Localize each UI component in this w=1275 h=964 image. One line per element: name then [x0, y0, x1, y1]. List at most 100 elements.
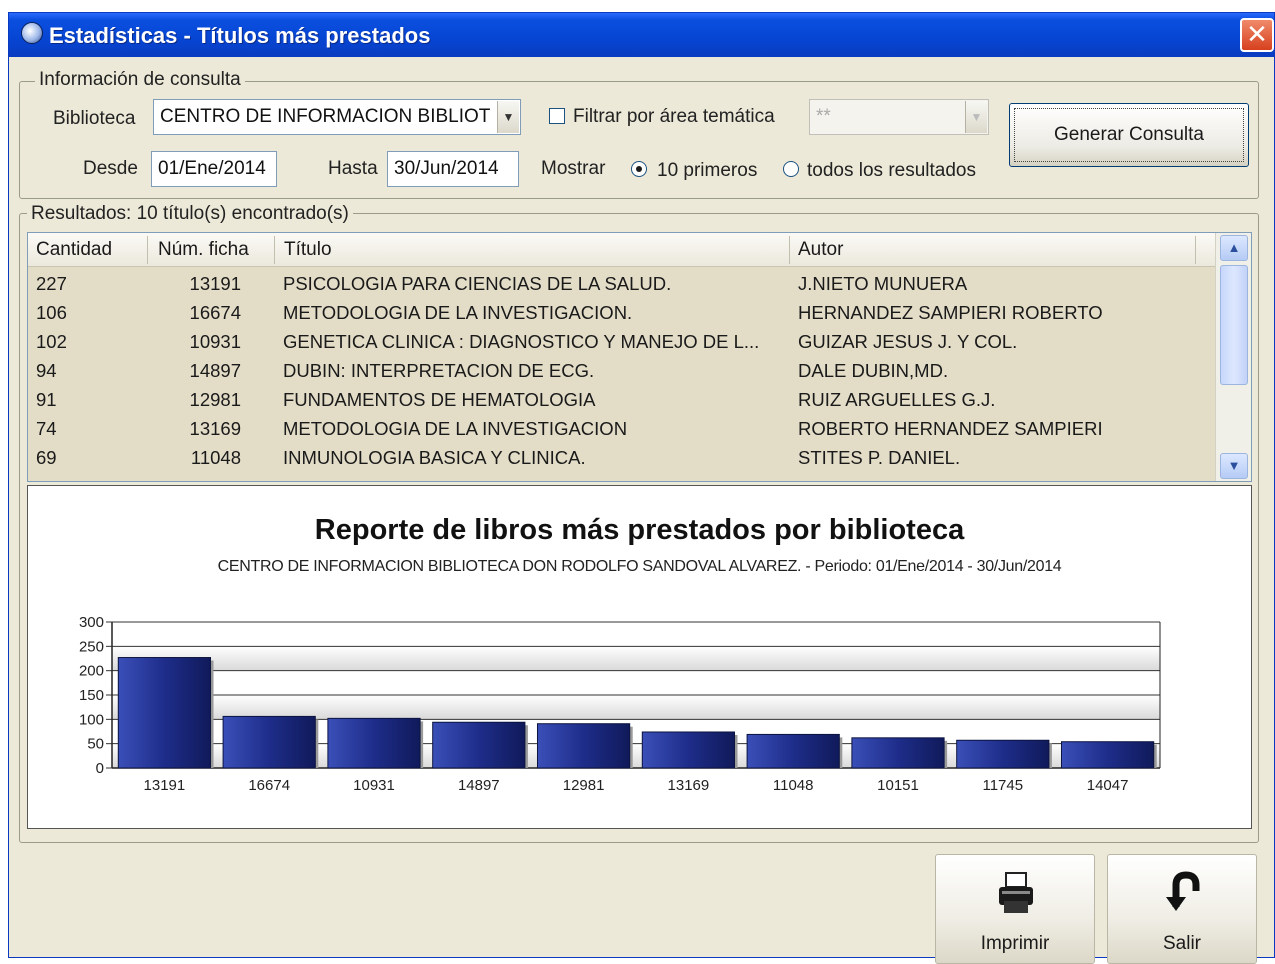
desde-label: Desde: [83, 158, 138, 179]
cell-cantidad: 227: [36, 273, 67, 294]
column-header-cantidad[interactable]: Cantidad: [36, 239, 112, 261]
app-icon: [21, 22, 43, 44]
chevron-down-icon[interactable]: ▼: [965, 101, 987, 133]
x-tick-label: 12981: [563, 777, 605, 794]
cell-autor: ROBERTO HERNANDEZ SAMPIERI: [798, 418, 1103, 439]
column-divider[interactable]: [147, 236, 148, 264]
table-row[interactable]: 227 13191 PSICOLOGIA PARA CIENCIAS DE LA S…: [28, 269, 1216, 298]
area-value: **: [816, 106, 831, 127]
table-row[interactable]: 69 11048 INMUNOLOGIA BASICA Y CLINICA. STIT…: [28, 443, 1216, 472]
table-row[interactable]: 106 16674 METODOLOGIA DE LA INVESTIGACION.…: [28, 298, 1216, 327]
cell-ficha: 12981: [189, 389, 241, 410]
table-row[interactable]: 94 14897 DUBIN: INTERPRETACION DE ECG. DALE…: [28, 356, 1216, 385]
cell-autor: STITES P. DANIEL.: [798, 447, 961, 468]
grid-band: [112, 622, 1160, 647]
table-row[interactable]: 91 12981 FUNDAMENTOS DE HEMATOLOGIA RUIZ AR…: [28, 385, 1216, 414]
cell-autor: DALE DUBIN,MD.: [798, 360, 949, 381]
exit-label: Salir: [1162, 933, 1201, 954]
cell-autor: HERNANDEZ SAMPIERI ROBERTO: [798, 302, 1103, 323]
x-tick-label: 10151: [877, 777, 919, 794]
x-tick-label: 10931: [353, 777, 395, 794]
bar: [327, 717, 421, 769]
cell-cantidad: 69: [36, 447, 57, 468]
chevron-down-icon[interactable]: ▼: [497, 101, 519, 133]
vertical-scrollbar[interactable]: ▲ ▼: [1215, 233, 1251, 481]
biblioteca-dropdown[interactable]: CENTRO DE INFORMACION BIBLIOT ▼: [153, 99, 521, 135]
top-ten-label: 10 primeros: [657, 160, 758, 181]
bar: [851, 737, 945, 769]
cell-ficha: 10931: [189, 331, 241, 352]
generate-query-button[interactable]: Generar Consulta: [1009, 103, 1249, 167]
focus-ring: [1014, 108, 1244, 162]
cell-titulo: PSICOLOGIA PARA CIENCIAS DE LA SALUD.: [283, 273, 672, 294]
bar: [536, 723, 631, 769]
biblioteca-label: Biblioteca: [53, 108, 136, 129]
cell-titulo: DUBIN: INTERPRETACION DE ECG.: [283, 360, 595, 381]
column-divider[interactable]: [1195, 236, 1196, 264]
column-divider[interactable]: [789, 236, 790, 264]
close-button[interactable]: ✕: [1240, 18, 1274, 52]
chart-panel: Reporte de libros más prestados por bibl…: [27, 485, 1252, 829]
cell-ficha: 13191: [189, 273, 241, 294]
grid-band: [112, 670, 1160, 695]
grid-band: [112, 695, 1160, 720]
title-bar[interactable]: Estadísticas - Títulos más prestados ✕: [9, 13, 1274, 57]
mostrar-label: Mostrar: [541, 158, 606, 179]
y-tick-label: 150: [79, 687, 104, 704]
cell-ficha: 16674: [189, 302, 241, 323]
all-results-label: todos los resultados: [807, 160, 976, 181]
area-dropdown[interactable]: ** ▼: [809, 99, 989, 135]
hasta-label: Hasta: [328, 158, 378, 179]
x-tick-label: 11745: [982, 777, 1023, 794]
x-tick-label: 13169: [668, 777, 710, 794]
cell-cantidad: 74: [36, 418, 57, 439]
x-tick-label: 14047: [1087, 777, 1129, 794]
bar: [956, 739, 1050, 769]
cell-autor: RUIZ ARGUELLES G.J.: [798, 389, 996, 410]
y-tick-label: 250: [79, 638, 104, 655]
table-row[interactable]: 74 13169 METODOLOGIA DE LA INVESTIGACION RO…: [28, 414, 1216, 443]
filter-area-checkbox[interactable]: [549, 108, 565, 124]
table-row[interactable]: 102 10931 GENETICA CLINICA : DIAGNOSTICO Y…: [28, 327, 1216, 356]
x-tick-label: 14897: [458, 777, 500, 794]
bar: [222, 715, 316, 769]
cell-titulo: METODOLOGIA DE LA INVESTIGACION.: [283, 302, 633, 323]
bar: [432, 721, 526, 769]
top-ten-radio[interactable]: [631, 161, 647, 177]
print-button[interactable]: Imprimir: [935, 854, 1095, 964]
y-tick-label: 50: [87, 736, 104, 753]
bar-chart: 0 50 100 150 200 250 300 13191 16674 10931 14897 12…: [79, 614, 1161, 794]
scroll-up-icon[interactable]: ▲: [1220, 235, 1248, 261]
exit-button[interactable]: Salir: [1107, 854, 1257, 964]
column-header-titulo[interactable]: Título: [284, 239, 332, 261]
column-header-autor[interactable]: Autor: [798, 239, 843, 261]
cell-cantidad: 91: [36, 389, 57, 410]
cell-titulo: FUNDAMENTOS DE HEMATOLOGIA: [283, 389, 596, 410]
scroll-down-icon[interactable]: ▼: [1220, 453, 1248, 479]
cell-ficha: 13169: [189, 418, 241, 439]
x-tick-label: 11048: [773, 777, 814, 794]
hasta-field[interactable]: 30/Jun/2014: [387, 151, 519, 187]
scroll-thumb[interactable]: [1220, 265, 1248, 385]
grid-band: [112, 646, 1160, 671]
bar: [641, 731, 736, 769]
column-header-ficha[interactable]: Núm. ficha: [158, 239, 249, 261]
y-tick-label: 100: [79, 711, 104, 728]
y-tick-label: 300: [79, 614, 104, 631]
y-tick-label: 0: [96, 760, 104, 777]
column-divider[interactable]: [274, 236, 275, 264]
app-window: Estadísticas - Títulos más prestados ✕ I…: [8, 12, 1275, 964]
desde-field[interactable]: 01/Ene/2014: [151, 151, 277, 187]
printer-icon: [999, 872, 1033, 913]
biblioteca-value: CENTRO DE INFORMACION BIBLIOT: [160, 106, 491, 127]
bar: [746, 733, 840, 769]
cell-ficha: 11048: [190, 447, 241, 468]
cell-ficha: 14897: [189, 360, 241, 381]
cell-titulo: INMUNOLOGIA BASICA Y CLINICA.: [283, 447, 586, 468]
results-table[interactable]: Cantidad Núm. ficha Título Autor 227 1319…: [27, 232, 1252, 482]
cell-cantidad: 102: [36, 331, 67, 352]
undo-arrow-icon: [1166, 871, 1200, 911]
x-tick-label: 13191: [144, 777, 186, 794]
all-results-radio[interactable]: [783, 161, 799, 177]
cell-autor: GUIZAR JESUS J. Y COL.: [798, 331, 1018, 352]
